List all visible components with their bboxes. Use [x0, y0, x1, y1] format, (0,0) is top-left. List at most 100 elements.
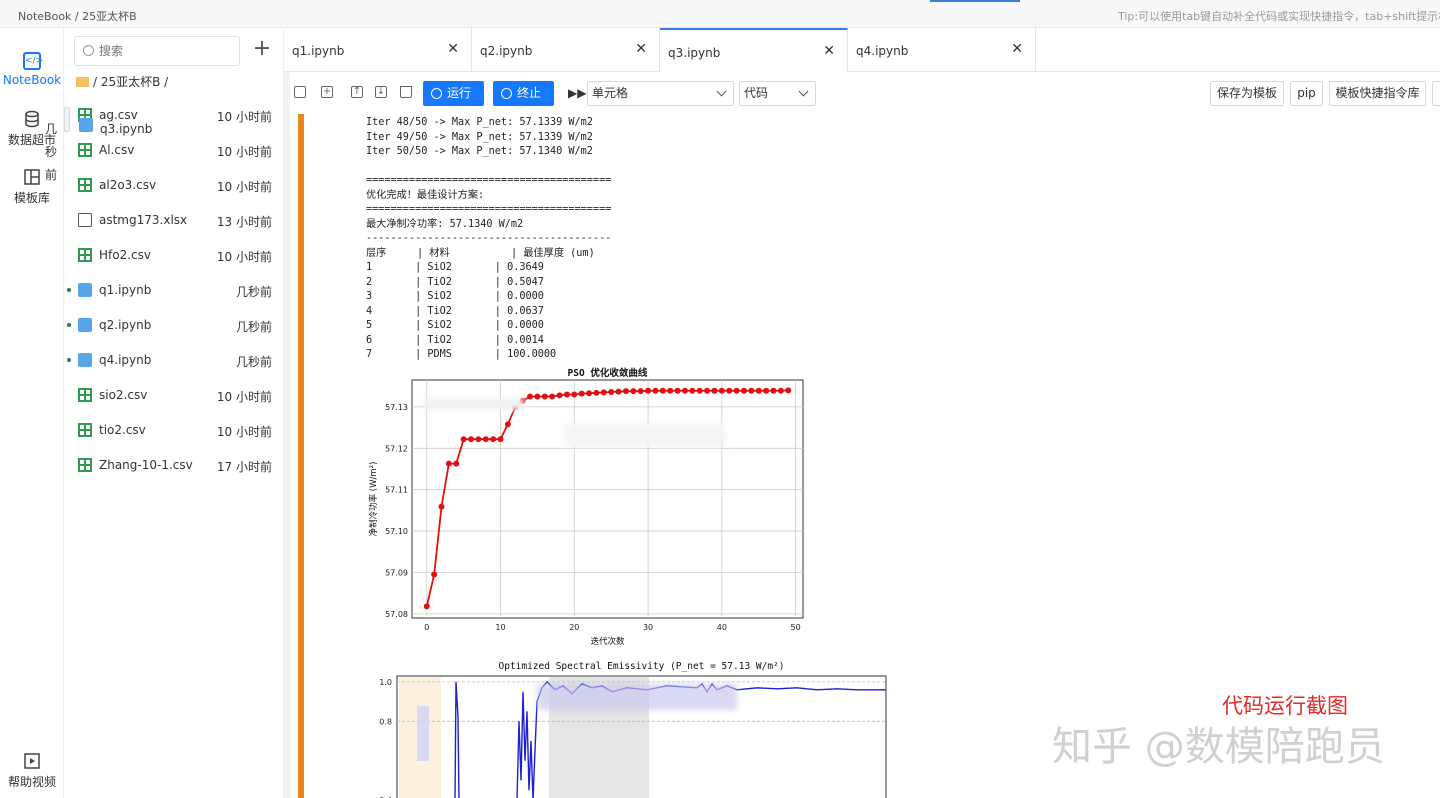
run-all-icon[interactable]: ▶▶ — [568, 86, 586, 100]
y-tick-label: 0.8 — [379, 717, 392, 726]
more-button[interactable] — [1432, 81, 1440, 106]
data-point — [593, 389, 600, 396]
cell-output: Iter 48/50 -> Max P_net: 57.1339 W/m2 Ite… — [366, 116, 886, 363]
mode-select[interactable]: 代码 — [739, 81, 816, 106]
data-point — [652, 387, 659, 394]
file-name: q4.ipynb — [99, 353, 152, 367]
data-point — [475, 436, 482, 443]
tab-q3[interactable]: q3.ipynb ✕ — [660, 28, 848, 72]
file-name: q2.ipynb — [99, 318, 152, 332]
close-icon[interactable]: ✕ — [1011, 41, 1023, 57]
file-item[interactable]: q2.ipynb 几秒前 — [64, 308, 284, 343]
data-point — [423, 603, 430, 610]
file-item[interactable]: al2o3.csv 10 小时前 — [64, 168, 284, 203]
save-as-template-button[interactable]: 保存为模板 — [1210, 81, 1284, 106]
rail-item-help-video[interactable]: 帮助视频 — [0, 752, 64, 790]
csv-file-icon — [78, 388, 92, 402]
data-point — [733, 387, 740, 394]
tip-text: Tip:可以使用tab键自动补全代码或实现快捷指令，tab+shift提示相关文 — [1118, 10, 1440, 23]
tab-q1[interactable]: q1.ipynb ✕ — [284, 28, 472, 72]
save-icon[interactable] — [294, 86, 306, 98]
tab-label: q2.ipynb — [480, 44, 533, 58]
output-line: 2 | TiO2 | 0.5047 — [366, 276, 544, 288]
pip-button[interactable]: pip — [1290, 81, 1323, 106]
cell-indicator[interactable] — [298, 114, 304, 798]
file-item[interactable]: Hfo2.csv 10 小时前 — [64, 238, 284, 273]
file-item[interactable]: q1.ipynb 几秒前 — [64, 273, 284, 308]
close-icon[interactable]: ✕ — [635, 41, 647, 57]
data-point — [571, 391, 578, 398]
move-up-icon[interactable]: ↑ — [351, 86, 363, 98]
output-line: 1 | SiO2 | 0.3649 — [366, 262, 544, 273]
stop-button[interactable]: 终止 — [493, 81, 554, 106]
notebook-toolbar: + ↑ ↓ 运行 终止 ▶▶ 单元格 代码 保存为模板 pip 模板快捷指令库 — [284, 72, 1440, 114]
data-point — [770, 387, 777, 394]
file-item[interactable]: q4.ipynb 几秒前 — [64, 343, 284, 378]
plot-area — [411, 379, 804, 619]
data-point — [726, 387, 733, 394]
data-point — [696, 387, 703, 394]
y-tick-label: 57.13 — [385, 403, 408, 412]
output-line: ======================================== — [366, 204, 612, 215]
play-icon — [24, 753, 40, 769]
file-panel: + / 25亚太杯B / ag.csv10 小时前Al.csv10 小时前al2… — [45, 28, 284, 798]
file-name: tio2.csv — [99, 423, 146, 437]
data-point — [534, 393, 541, 400]
file-item[interactable]: tio2.csv 10 小时前 — [64, 413, 284, 448]
csv-file-icon — [78, 178, 92, 192]
data-point — [763, 387, 770, 394]
data-point — [468, 436, 475, 443]
stop-label: 终止 — [517, 86, 542, 100]
file-time: 10 小时前 — [216, 250, 272, 264]
data-point — [659, 387, 666, 394]
run-button[interactable]: 运行 — [423, 81, 484, 106]
watermark: 知乎 @数模陪跑员 — [1052, 724, 1385, 770]
active-indicator — [930, 0, 1020, 2]
search-icon — [83, 45, 94, 56]
output-line: Iter 49/50 -> Max P_net: 57.1339 W/m2 — [366, 131, 593, 143]
file-time: 几秒前 — [235, 320, 272, 334]
search-box[interactable] — [74, 36, 240, 66]
folder-path[interactable]: / 25亚太杯B / — [76, 73, 168, 90]
panel-divider[interactable] — [284, 28, 290, 798]
top-bar: NoteBook / 25亚太杯B Tip:可以使用tab键自动补全代码或实现快… — [0, 0, 1440, 28]
data-point — [490, 436, 497, 443]
template-library-button[interactable]: 模板快捷指令库 — [1329, 81, 1426, 106]
file-item[interactable]: astmg173.xlsx 13 小时前 — [64, 203, 284, 238]
output-line: 3 | SiO2 | 0.0000 — [366, 291, 544, 302]
data-point — [704, 387, 711, 394]
data-point — [504, 421, 511, 428]
search-input[interactable] — [99, 42, 229, 60]
tab-label: q1.ipynb — [292, 44, 345, 58]
data-point — [630, 388, 637, 395]
file-name: sio2.csv — [99, 388, 148, 402]
add-cell-icon[interactable]: + — [321, 86, 333, 98]
close-icon[interactable]: ✕ — [823, 43, 835, 59]
file-item[interactable]: Al.csv 10 小时前 — [64, 133, 284, 168]
close-icon[interactable]: ✕ — [447, 41, 459, 57]
data-point — [563, 391, 570, 398]
move-down-icon[interactable]: ↓ — [375, 86, 387, 98]
file-item[interactable]: q3.ipynb 几秒前 — [45, 107, 152, 182]
tab-q2[interactable]: q2.ipynb ✕ — [472, 28, 660, 72]
rail-item-notebook[interactable]: </> NoteBook — [0, 52, 64, 87]
y-axis-label: 净制冷功率 (W/m²) — [368, 462, 379, 537]
file-name: Al.csv — [99, 143, 135, 157]
file-name: q1.ipynb — [99, 283, 152, 297]
redaction-block — [424, 398, 524, 410]
breadcrumb[interactable]: NoteBook / 25亚太杯B — [18, 8, 137, 24]
delete-icon[interactable] — [400, 86, 412, 98]
file-item[interactable]: ag.csv 10 小时前 — [64, 98, 284, 133]
new-file-button[interactable]: + — [250, 36, 274, 64]
file-time: 10 小时前 — [216, 425, 272, 439]
file-item[interactable]: Zhang-10-1.csv 17 小时前 — [64, 448, 284, 483]
data-point — [549, 393, 556, 400]
file-item[interactable]: sio2.csv 10 小时前 — [64, 378, 284, 413]
mode-value: 代码 — [744, 86, 769, 100]
data-point — [445, 460, 452, 467]
tab-q4[interactable]: q4.ipynb ✕ — [848, 28, 1036, 72]
cell-type-select[interactable]: 单元格 — [587, 81, 734, 106]
y-tick-label: 57.09 — [385, 568, 408, 577]
csv-file-icon — [78, 458, 92, 472]
